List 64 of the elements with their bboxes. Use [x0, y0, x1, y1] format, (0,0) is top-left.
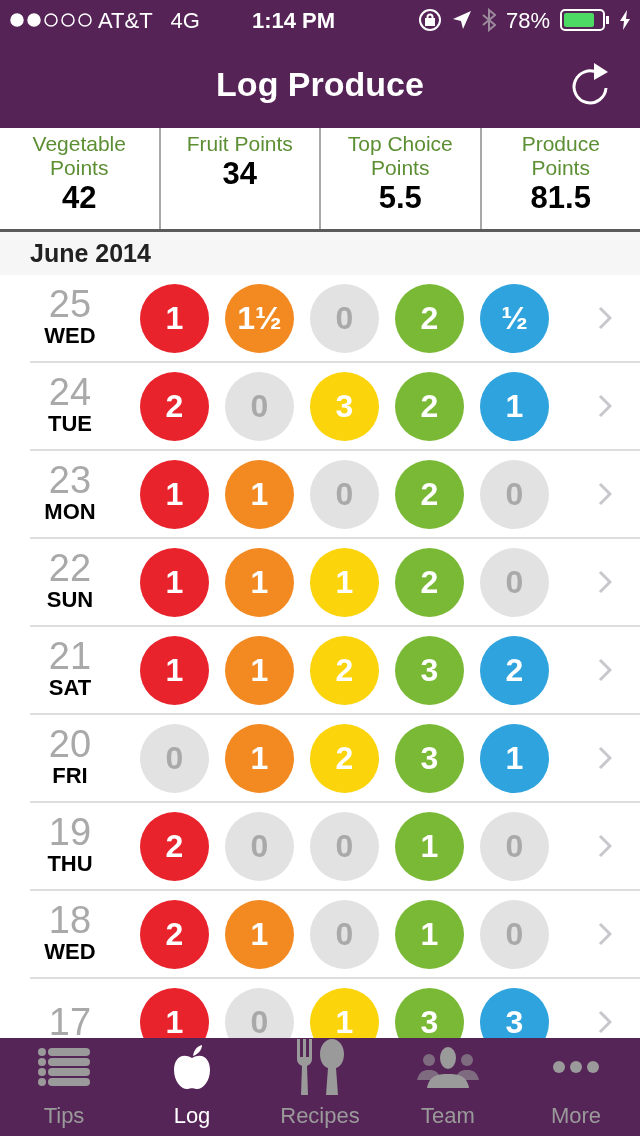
day-number: 18 — [48, 902, 92, 938]
fork-spoon-icon — [295, 1038, 345, 1095]
chevron-icon — [598, 306, 612, 330]
tab[interactable]: Tips — [0, 1038, 128, 1136]
day-row[interactable]: 23 MON 1 1 0 2 0 — [30, 451, 640, 539]
day-row[interactable]: 20 FRI 0 1 2 3 1 — [30, 715, 640, 803]
day-row[interactable]: 22 SUN 1 1 1 2 0 — [30, 539, 640, 627]
chevron-icon — [598, 570, 612, 594]
day-row[interactable]: 24 TUE 2 0 3 2 1 — [30, 363, 640, 451]
tab[interactable]: Recipes — [256, 1038, 384, 1136]
list-icon — [38, 1047, 90, 1086]
weekday: MON — [44, 498, 96, 526]
points-label: Top Choice Points — [346, 132, 454, 180]
day-number: 21 — [48, 638, 92, 674]
day-row[interactable]: 19 THU 2 0 0 1 0 — [30, 803, 640, 891]
location-icon — [451, 10, 472, 30]
day-number: 22 — [48, 550, 92, 586]
charging-icon — [620, 10, 630, 30]
chevron-icon — [598, 482, 612, 506]
day-row[interactable]: 21 SAT 1 1 2 3 2 — [30, 627, 640, 715]
tab[interactable]: More — [512, 1038, 640, 1136]
tab[interactable]: Log — [128, 1038, 256, 1136]
apple-icon — [172, 1043, 212, 1090]
weekday: WED — [44, 322, 96, 350]
chevron-icon — [598, 834, 612, 858]
weekday: SUN — [46, 586, 94, 614]
points-label: Produce Points — [520, 132, 601, 180]
day-number: 24 — [48, 374, 92, 410]
points-value: 34 — [222, 156, 257, 192]
battery-percent: 78% — [505, 6, 550, 35]
chevron-icon — [598, 746, 612, 770]
bluetooth-icon — [481, 8, 496, 32]
signal-icon — [10, 13, 92, 27]
section-header: June 2014 — [30, 237, 151, 269]
weekday: WED — [44, 938, 96, 966]
more-icon — [553, 1060, 599, 1073]
chevron-icon — [598, 922, 612, 946]
weekday: TUE — [48, 410, 92, 438]
day-number: 19 — [48, 814, 92, 850]
screen-title: Log Produce — [216, 63, 424, 105]
rotation-lock-icon — [417, 8, 442, 32]
day-row[interactable]: 25 WED 1 1½ 0 2 ½ — [30, 275, 640, 363]
points-value: 5.5 — [378, 180, 422, 216]
weekday: SAT — [48, 674, 92, 702]
points-value: 42 — [62, 180, 97, 216]
chevron-icon — [598, 1010, 612, 1034]
day-number: 20 — [48, 726, 92, 762]
carrier: AT&T — [98, 6, 153, 35]
chevron-icon — [598, 658, 612, 682]
weekday: FRI — [52, 762, 88, 790]
people-icon — [417, 1045, 479, 1088]
day-number: 25 — [48, 286, 92, 322]
day-row[interactable]: 18 WED 2 1 0 1 0 — [30, 891, 640, 979]
points-label: Fruit Points — [185, 132, 294, 156]
points-label: Vegetable Points — [31, 132, 127, 180]
weekday: THU — [47, 850, 93, 878]
day-number: 23 — [48, 462, 92, 498]
chevron-icon — [598, 394, 612, 418]
network: 4G — [170, 6, 200, 35]
time: 1:14 PM — [251, 6, 336, 35]
points-value: 81.5 — [530, 180, 591, 216]
tab[interactable]: Team — [384, 1038, 512, 1136]
battery-icon — [560, 9, 610, 31]
day-number: 17 — [48, 1004, 92, 1038]
